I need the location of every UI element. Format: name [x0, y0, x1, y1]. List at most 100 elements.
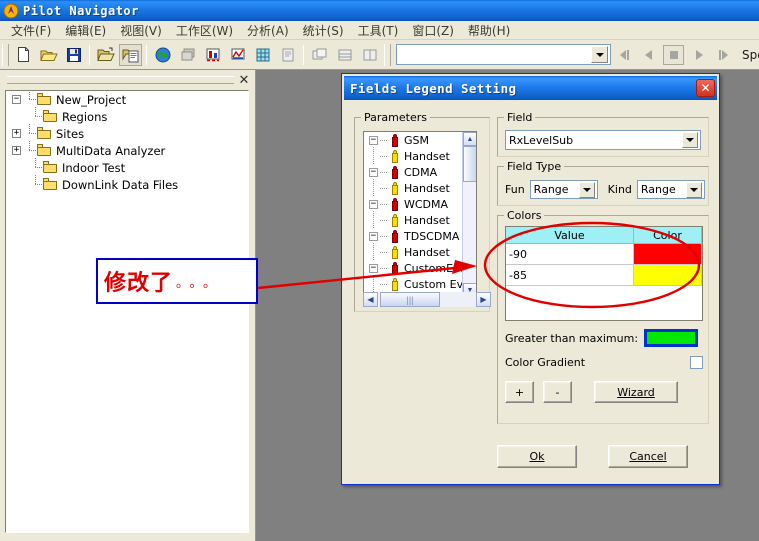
- tile-windows-icon[interactable]: [308, 44, 331, 66]
- expander-collapse-icon[interactable]: −: [367, 164, 380, 180]
- wizard-button[interactable]: Wizard: [594, 381, 678, 403]
- tree-item-regions[interactable]: Regions: [6, 107, 248, 125]
- color-gradient-checkbox[interactable]: [690, 356, 703, 369]
- menu-window[interactable]: 窗口(Z): [405, 20, 461, 41]
- colors-row[interactable]: -85: [506, 265, 702, 286]
- open-folder-icon[interactable]: [37, 44, 60, 66]
- param-item-tdscdma[interactable]: − TDSCDMA: [364, 228, 476, 244]
- expander-collapse-icon[interactable]: −: [367, 228, 380, 244]
- expander-collapse-icon[interactable]: −: [367, 196, 380, 212]
- tree-item-multidata-analyzer[interactable]: + MultiData Analyzer: [6, 141, 248, 159]
- tree-item-downlink-data-files[interactable]: DownLink Data Files: [6, 175, 248, 193]
- parameters-horizontal-scrollbar[interactable]: ◀ ||| ▶: [363, 292, 491, 307]
- fields-legend-setting-dialog: Fields Legend Setting ✕ Parameters − GSM…: [341, 73, 720, 485]
- close-icon[interactable]: ✕: [236, 73, 252, 88]
- folder-icon: [42, 178, 58, 191]
- param-item-wcdma-handset[interactable]: Handset: [364, 211, 476, 229]
- play-forward-button[interactable]: [688, 45, 709, 65]
- menu-tools[interactable]: 工具(T): [351, 20, 406, 41]
- field-combo[interactable]: RxLevelSub: [505, 130, 701, 150]
- menu-file[interactable]: 文件(F): [4, 20, 58, 41]
- colors-row[interactable]: -90: [506, 244, 702, 265]
- close-icon[interactable]: ✕: [696, 79, 715, 97]
- expander-expand-icon[interactable]: +: [10, 142, 23, 159]
- expander-expand-icon[interactable]: +: [10, 125, 23, 142]
- tree-item-new-project[interactable]: − New_Project: [6, 91, 248, 108]
- parameters-vertical-scrollbar[interactable]: ▲ ▼: [462, 132, 476, 295]
- param-item-gsm[interactable]: − GSM: [364, 132, 476, 148]
- tree-item-sites[interactable]: + Sites: [6, 124, 248, 142]
- fun-combo[interactable]: Range: [529, 180, 598, 199]
- scroll-thumb[interactable]: [463, 146, 476, 182]
- param-item-customevent[interactable]: − CustomEvent: [364, 260, 476, 276]
- ok-button[interactable]: Ok: [497, 445, 577, 468]
- kind-label: Kind: [607, 183, 632, 196]
- table-grid-icon[interactable]: [251, 44, 274, 66]
- param-item-cdma-handset[interactable]: Handset: [364, 179, 476, 197]
- tree-connector: [380, 228, 390, 244]
- param-item-custom-event-child[interactable]: Custom Ev: [364, 275, 476, 293]
- remove-color-button[interactable]: -: [543, 381, 572, 403]
- tree-connector: [380, 164, 390, 180]
- kind-combo[interactable]: Range: [636, 180, 705, 199]
- chevron-down-icon[interactable]: [591, 46, 608, 63]
- param-item-label: TDSCDMA: [404, 229, 460, 243]
- menu-help[interactable]: 帮助(H): [461, 20, 517, 41]
- bar-chart-icon[interactable]: [201, 44, 224, 66]
- param-item-label: Custom Ev: [404, 277, 464, 291]
- chevron-down-icon[interactable]: [685, 181, 702, 198]
- step-forward-button[interactable]: [713, 45, 734, 65]
- scroll-left-button[interactable]: ◀: [363, 292, 378, 307]
- layer-icon[interactable]: [176, 44, 199, 66]
- scroll-track[interactable]: [440, 292, 476, 307]
- yellow-marker-icon: [390, 245, 400, 259]
- tree-item-label: Regions: [62, 109, 108, 124]
- menu-analysis[interactable]: 分析(A): [240, 20, 296, 41]
- save-icon[interactable]: [62, 44, 85, 66]
- split-windows-icon[interactable]: [358, 44, 381, 66]
- line-chart-icon[interactable]: [226, 44, 249, 66]
- scroll-right-button[interactable]: ▶: [476, 292, 491, 307]
- stop-button[interactable]: [663, 44, 684, 65]
- red-marker-icon: [390, 197, 400, 211]
- expander-collapse-icon[interactable]: −: [10, 91, 23, 108]
- tree-item-indoor-test[interactable]: Indoor Test: [6, 158, 248, 176]
- project-tree[interactable]: − New_Project Regions + Sites + MultiDat…: [5, 90, 249, 533]
- menu-statistics[interactable]: 统计(S): [296, 20, 351, 41]
- step-back-button[interactable]: [613, 45, 634, 65]
- chevron-down-icon[interactable]: [682, 132, 698, 148]
- tree-connector: [380, 276, 390, 292]
- toolbar-grip-2[interactable]: [384, 43, 391, 66]
- scroll-thumb-horizontal[interactable]: |||: [380, 292, 440, 307]
- folder-icon: [36, 93, 52, 106]
- parameters-tree[interactable]: − GSM Handset − CDMA Handset − WCDMA Han…: [363, 131, 477, 296]
- menu-edit[interactable]: 编辑(E): [58, 20, 113, 41]
- param-item-gsm-handset[interactable]: Handset: [364, 147, 476, 165]
- param-item-cdma[interactable]: − CDMA: [364, 164, 476, 180]
- expander-collapse-icon[interactable]: −: [367, 132, 380, 148]
- toolbar-grip[interactable]: [2, 43, 9, 66]
- colors-row-swatch[interactable]: [634, 265, 702, 285]
- toolbar-combo[interactable]: [396, 44, 611, 65]
- cancel-button[interactable]: Cancel: [608, 445, 688, 468]
- colors-row-swatch[interactable]: [634, 244, 702, 264]
- chevron-down-icon[interactable]: [578, 181, 595, 198]
- param-item-wcdma[interactable]: − WCDMA: [364, 196, 476, 212]
- menu-workspace[interactable]: 工作区(W): [169, 20, 240, 41]
- open-project-icon[interactable]: [94, 44, 117, 66]
- expander-collapse-icon[interactable]: −: [367, 260, 380, 276]
- colors-grid[interactable]: Value Color -90 -85: [505, 226, 703, 321]
- menu-view[interactable]: 视图(V): [113, 20, 169, 41]
- scroll-up-button[interactable]: ▲: [463, 132, 476, 146]
- cascade-windows-icon[interactable]: [333, 44, 356, 66]
- report-icon[interactable]: [276, 44, 299, 66]
- panel-grip[interactable]: [7, 76, 234, 84]
- greater-than-maximum-swatch[interactable]: [644, 329, 699, 347]
- globe-map-icon[interactable]: [151, 44, 174, 66]
- new-document-icon[interactable]: [12, 44, 35, 66]
- param-item-tdscdma-handset[interactable]: Handset: [364, 243, 476, 261]
- print-icon[interactable]: [119, 43, 142, 66]
- play-back-button[interactable]: [638, 45, 659, 65]
- add-color-button[interactable]: +: [505, 381, 534, 403]
